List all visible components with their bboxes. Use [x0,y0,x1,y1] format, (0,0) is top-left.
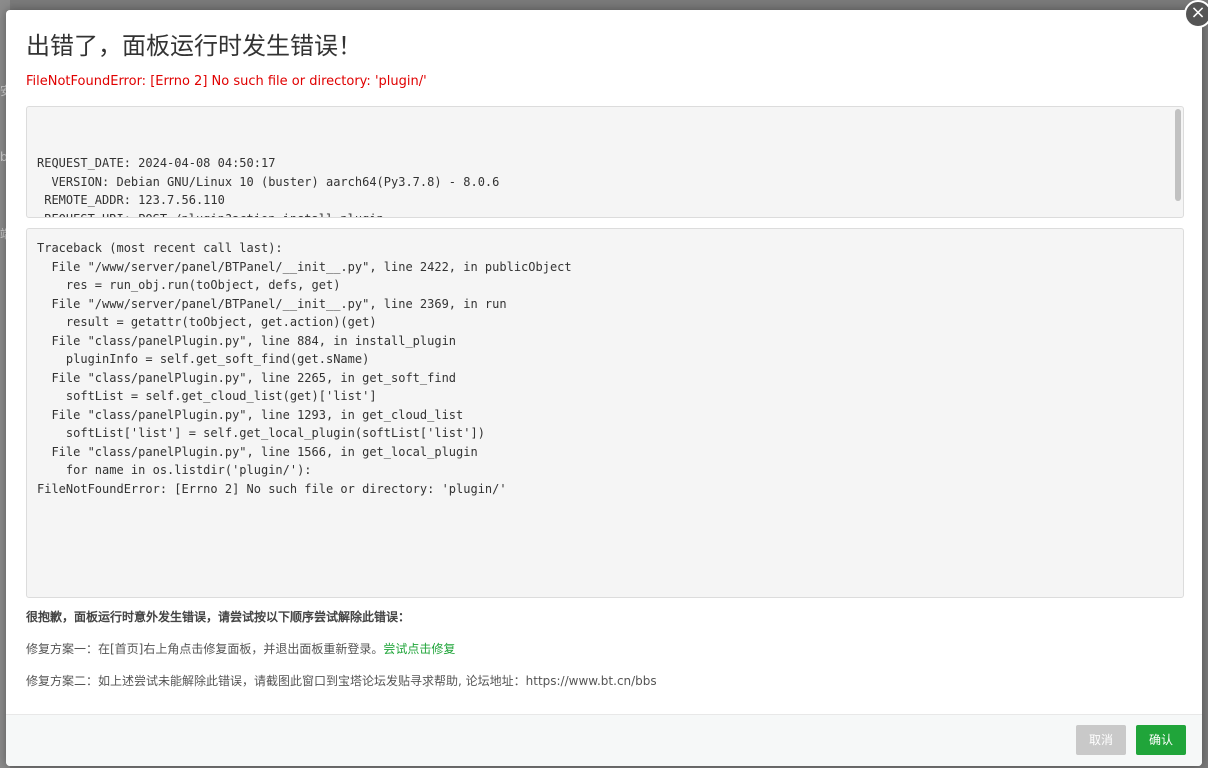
fix-option-one-text: 修复方案一：在[首页]右上角点击修复面板，并退出面板重新登录。 [26,642,384,656]
code-line: File "class/panelPlugin.py", line 2265, … [37,370,457,385]
code-line: File "class/panelPlugin.py", line 884, i… [37,333,457,348]
request-info-text: REQUEST_DATE: 2024-04-08 04:50:17 VERSIO… [27,144,1183,218]
code-line: for name in os.listdir('plugin/'): [37,463,312,477]
repair-link[interactable]: 尝试点击修复 [383,642,455,656]
code-line: File "/www/server/panel/BTPanel/__init__… [37,296,507,311]
code-line: REQUEST_URI: POST /plugin?action=install… [37,210,1173,218]
help-heading: 很抱歉，面板运行时意外发生错误，请尝试按以下顺序尝试解除此错误： [26,610,411,624]
scrollbar[interactable] [1175,109,1181,201]
code-line: Traceback (most recent call last): [37,241,283,255]
fix-option-one: 修复方案一：在[首页]右上角点击修复面板，并退出面板重新登录。尝试点击修复 [26,640,455,657]
code-line: res = run_obj.run(toObject, defs, get) [37,278,341,292]
dialog-footer: 取消 确认 [6,714,1202,766]
code-line: result = getattr(toObject, get.action)(g… [37,315,377,329]
code-line: File "class/panelPlugin.py", line 1293, … [37,407,464,422]
fix-option-two: 修复方案二：如上述尝试未能解除此错误，请截图此窗口到宝塔论坛发贴寻求帮助, 论坛… [26,674,657,688]
code-line: FileNotFoundError: [Errno 2] No such fil… [37,481,507,496]
code-line: File "/www/server/panel/BTPanel/__init__… [37,259,572,274]
code-line: pluginInfo = self.get_soft_find(get.sNam… [37,352,370,366]
error-dialog: × 出错了，面板运行时发生错误！ FileNotFoundError: [Err… [6,0,1208,766]
cancel-button[interactable]: 取消 [1076,725,1126,755]
code-line: VERSION: Debian GNU/Linux 10 (buster) aa… [37,174,500,189]
code-line: softList = self.get_cloud_list(get)['lis… [37,389,377,403]
confirm-button[interactable]: 确认 [1136,725,1186,755]
dialog-title: 出错了，面板运行时发生错误！ [26,32,362,60]
code-line: File "class/panelPlugin.py", line 1566, … [37,444,478,459]
close-icon[interactable]: × [1184,0,1208,28]
code-line: REQUEST_DATE: 2024-04-08 04:50:17 [37,156,276,170]
code-line: REMOTE_ADDR: 123.7.56.110 [37,193,225,207]
error-message: FileNotFoundError: [Errno 2] No such fil… [26,74,427,89]
code-line: softList['list'] = self.get_local_plugin… [37,426,485,440]
request-info-box[interactable]: REQUEST_DATE: 2024-04-08 04:50:17 VERSIO… [26,106,1184,218]
traceback-box: Traceback (most recent call last): File … [26,228,1184,598]
